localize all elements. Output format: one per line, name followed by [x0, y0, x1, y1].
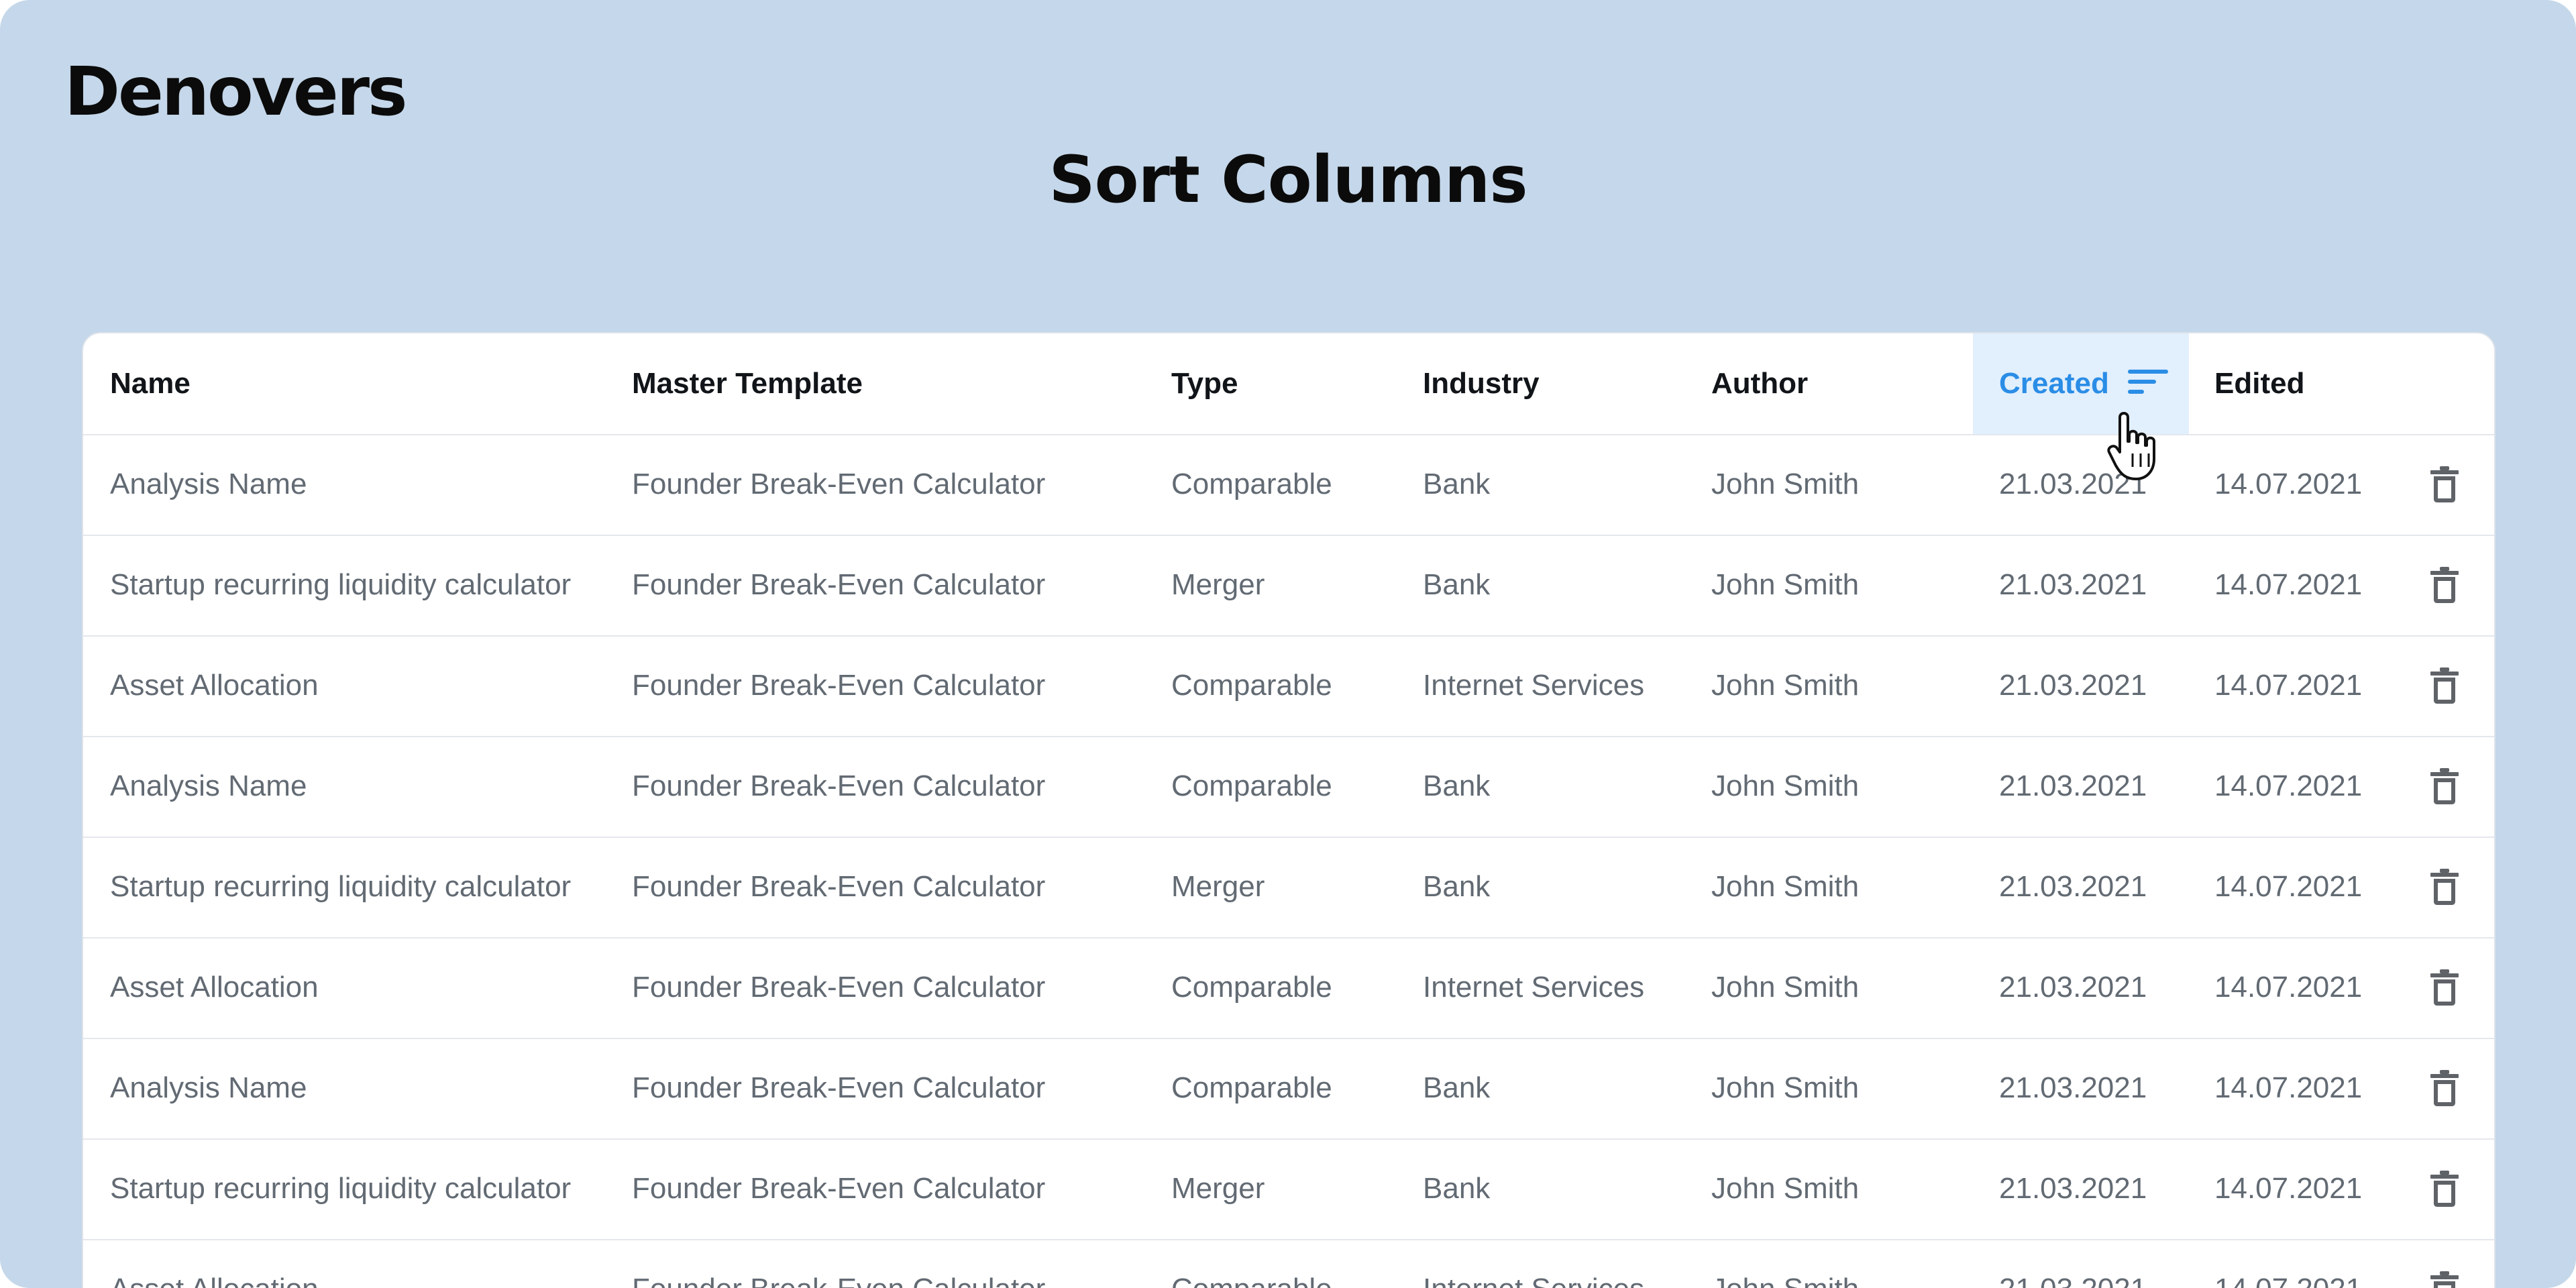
table-row[interactable]: Analysis Name Founder Break-Even Calculat…: [83, 1038, 2494, 1140]
cell-industry: Internet Services: [1423, 971, 1645, 1004]
sort-lines-icon[interactable]: [2127, 367, 2168, 396]
cell-type: Merger: [1171, 1172, 1265, 1205]
trash-icon[interactable]: [2424, 1269, 2465, 1288]
trash-icon[interactable]: [2424, 766, 2465, 806]
cell-author: John Smith: [1711, 1239, 1859, 1288]
cell-master-template: Founder Break-Even Calculator: [632, 971, 1046, 1004]
trash-icon[interactable]: [2424, 665, 2465, 706]
cell-name: Startup recurring liquidity calculator: [110, 870, 572, 903]
cell-master-template: Founder Break-Even Calculator: [632, 1239, 1045, 1288]
cell-name: Analysis Name: [110, 769, 307, 802]
cell-name: Asset Allocation: [110, 971, 319, 1004]
cell-type: Comparable: [1171, 1239, 1332, 1288]
cell-author: John Smith: [1711, 971, 1860, 1004]
cell-type: Merger: [1171, 870, 1265, 903]
cell-master-template: Founder Break-Even Calculator: [632, 669, 1046, 702]
table-row[interactable]: Analysis Name Founder Break-Even Calculat…: [83, 736, 2494, 838]
cell-created: 21.03.2021: [1999, 1071, 2147, 1104]
trash-icon[interactable]: [2424, 867, 2465, 907]
trash-icon[interactable]: [2424, 464, 2465, 504]
page-title: Sort Columns: [1049, 142, 1528, 217]
cell-type: Comparable: [1171, 1071, 1332, 1104]
cell-edited: 14.07.2021: [2214, 1172, 2363, 1205]
cell-type: Comparable: [1171, 468, 1332, 500]
column-header-type[interactable]: Type: [1171, 333, 1238, 434]
cell-industry: Bank: [1423, 769, 1491, 802]
cell-edited: 14.07.2021: [2214, 769, 2363, 802]
cell-created: 21.03.2021: [1999, 669, 2147, 702]
table-row[interactable]: Asset Allocation Founder Break-Even Calcu…: [83, 937, 2494, 1039]
cell-master-template: Founder Break-Even Calculator: [632, 769, 1046, 802]
trash-icon[interactable]: [2424, 565, 2465, 605]
cell-edited: 14.07.2021: [2214, 1071, 2363, 1104]
cell-name: Analysis Name: [110, 468, 307, 500]
cell-master-template: Founder Break-Even Calculator: [632, 568, 1046, 601]
column-header-created-label: Created: [1999, 367, 2109, 400]
trash-icon[interactable]: [2424, 1068, 2465, 1108]
column-header-name[interactable]: Name: [110, 333, 191, 434]
cell-master-template: Founder Break-Even Calculator: [632, 468, 1046, 500]
cell-created: 21.03.2021: [1999, 1239, 2147, 1288]
cell-master-template: Founder Break-Even Calculator: [632, 870, 1046, 903]
cell-author: John Smith: [1711, 669, 1860, 702]
page-background: Denovers Sort Columns Name Master Templa…: [0, 0, 2576, 1288]
cell-author: John Smith: [1711, 870, 1860, 903]
column-header-industry[interactable]: Industry: [1423, 333, 1540, 434]
cell-author: John Smith: [1711, 468, 1860, 500]
cell-industry: Bank: [1423, 468, 1491, 500]
cell-edited: 14.07.2021: [2214, 971, 2363, 1004]
cell-edited: 14.07.2021: [2214, 669, 2363, 702]
brand-logo: Denovers: [64, 52, 408, 131]
cell-created: 21.03.2021: [1999, 568, 2147, 601]
column-header-master-template[interactable]: Master Template: [632, 333, 863, 434]
cell-name: Asset Allocation: [110, 1239, 319, 1288]
cell-name: Startup recurring liquidity calculator: [110, 1172, 572, 1205]
cell-edited: 14.07.2021: [2214, 1239, 2362, 1288]
cell-author: John Smith: [1711, 769, 1860, 802]
cell-edited: 14.07.2021: [2214, 870, 2363, 903]
cell-master-template: Founder Break-Even Calculator: [632, 1172, 1046, 1205]
cell-industry: Bank: [1423, 568, 1491, 601]
cell-type: Comparable: [1171, 971, 1332, 1004]
cell-name: Asset Allocation: [110, 669, 319, 702]
cell-edited: 14.07.2021: [2214, 468, 2363, 500]
cell-author: John Smith: [1711, 1172, 1860, 1205]
cell-type: Merger: [1171, 568, 1265, 601]
table-row[interactable]: Startup recurring liquidity calculator Fo…: [83, 837, 2494, 938]
table-row[interactable]: Startup recurring liquidity calculator Fo…: [83, 1138, 2494, 1240]
trash-icon[interactable]: [2424, 1169, 2465, 1209]
cell-type: Comparable: [1171, 669, 1332, 702]
cell-created: 21.03.2021: [1999, 870, 2147, 903]
table-row[interactable]: Startup recurring liquidity calculator Fo…: [83, 535, 2494, 637]
trash-icon[interactable]: [2424, 967, 2465, 1008]
cell-edited: 14.07.2021: [2214, 568, 2363, 601]
table-row[interactable]: Asset Allocation Founder Break-Even Calcu…: [83, 635, 2494, 737]
cell-created: 21.03.2021: [1999, 971, 2147, 1004]
column-header-edited[interactable]: Edited: [2214, 333, 2304, 434]
cell-industry: Bank: [1423, 1172, 1491, 1205]
cell-name: Analysis Name: [110, 1071, 307, 1104]
hand-pointer-cursor-icon: [2107, 412, 2155, 480]
cell-created: 21.03.2021: [1999, 1172, 2147, 1205]
column-header-author[interactable]: Author: [1711, 333, 1808, 434]
cell-created: 21.03.2021: [1999, 769, 2147, 802]
cell-name: Startup recurring liquidity calculator: [110, 568, 572, 601]
cell-author: John Smith: [1711, 568, 1860, 601]
cell-industry: Bank: [1423, 870, 1491, 903]
table-row[interactable]: Asset Allocation Founder Break-Even Calcu…: [83, 1239, 2494, 1288]
cell-author: John Smith: [1711, 1071, 1860, 1104]
cell-industry: Internet Services: [1423, 669, 1645, 702]
cell-industry: Bank: [1423, 1071, 1491, 1104]
cell-type: Comparable: [1171, 769, 1332, 802]
cell-master-template: Founder Break-Even Calculator: [632, 1071, 1046, 1104]
cell-industry: Internet Services: [1423, 1239, 1644, 1288]
